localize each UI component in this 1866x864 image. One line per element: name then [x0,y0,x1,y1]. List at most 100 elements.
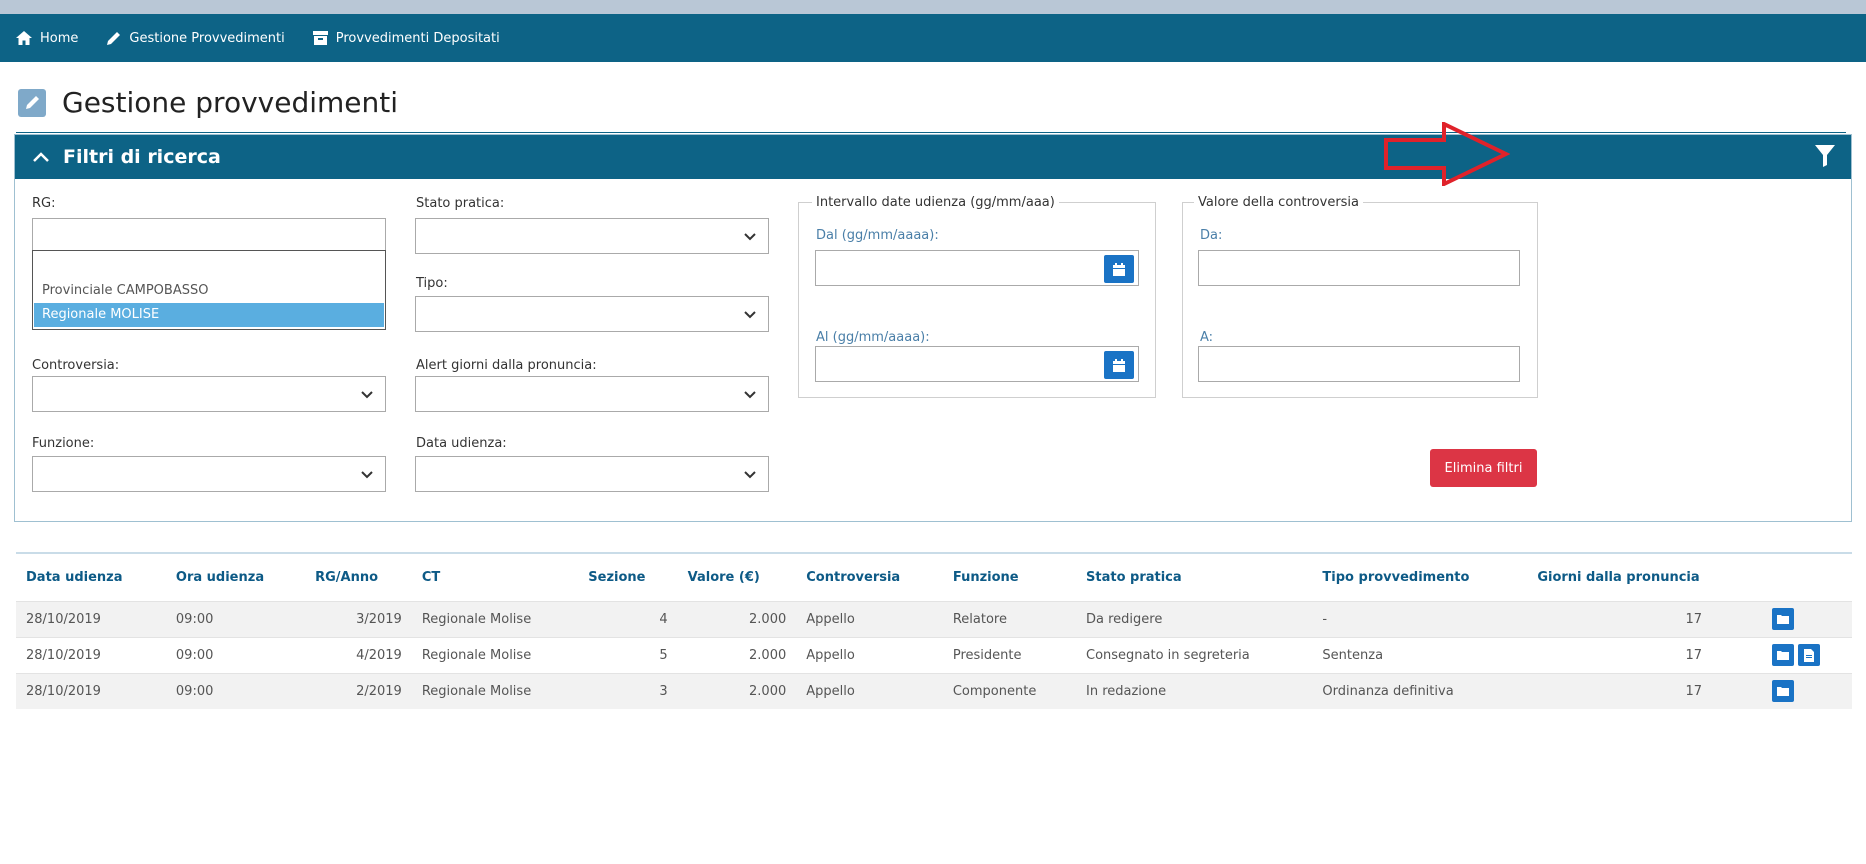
tipo-label: Tipo: [416,276,448,291]
elimina-filtri-button[interactable]: Elimina filtri [1430,449,1537,487]
data-udienza-select[interactable] [415,456,769,492]
cell-ora: 09:00 [175,647,214,663]
cell-actions [1762,637,1852,673]
cell-rg: 3/2019 [356,611,402,627]
nav-gestione-label: Gestione Provvedimenti [129,30,285,46]
da-input[interactable] [1198,250,1520,286]
col-header[interactable]: Stato pratica [1076,553,1312,601]
cell-rg: 4/2019 [356,647,402,663]
nav-depositati[interactable]: Provvedimenti Depositati [312,30,500,46]
folder-icon[interactable] [1772,644,1794,666]
chevron-up-icon[interactable] [33,152,49,162]
cell-ora: 09:00 [175,611,214,627]
calendar-icon[interactable] [1104,351,1134,379]
controversia-select[interactable] [32,376,386,412]
table-header-row: Data udienza Ora udienza RG/Anno CT Sezi… [16,553,1852,601]
cell-rg: 2/2019 [356,683,402,699]
calendar-icon[interactable] [1104,255,1134,283]
cell-tipo: Sentenza [1322,647,1384,663]
col-header[interactable]: Controversia [796,553,943,601]
cell-giorni: 17 [1685,683,1702,699]
document-icon[interactable] [1798,644,1820,666]
table-row[interactable]: 28/10/2019 09:00 4/2019 Regionale Molise… [16,637,1852,673]
col-header-actions [1762,553,1852,601]
date-range-legend: Intervallo date udienza (gg/mm/aaa) [812,195,1059,210]
da-label: Da: [1200,228,1223,243]
col-header[interactable]: CT [412,553,578,601]
cell-ct: Regionale Molise [421,611,532,627]
folder-icon[interactable] [1772,680,1794,703]
al-input[interactable] [815,346,1139,382]
cell-giorni: 17 [1685,647,1702,663]
cell-ct: Regionale Molise [421,647,532,663]
table-row[interactable]: 28/10/2019 09:00 2/2019 Regionale Molise… [16,673,1852,709]
cell-funzione: Relatore [952,611,1007,627]
cell-tipo: Ordinanza definitiva [1322,683,1454,699]
cell-sezione: 3 [659,683,668,699]
cell-data: 28/10/2019 [26,683,101,699]
page-header: Gestione provvedimenti [18,86,398,119]
cell-sezione: 5 [659,647,668,663]
cell-controversia: Appello [806,647,855,663]
edit-icon [18,88,46,117]
tipo-select[interactable] [415,296,769,332]
chevron-down-icon [744,471,756,479]
rg-label: RG: [32,196,56,211]
col-header[interactable]: Tipo provvedimento [1312,553,1527,601]
cell-stato: Consegnato in segreteria [1086,647,1250,663]
col-header[interactable]: Ora udienza [166,553,305,601]
results-table: Data udienza Ora udienza RG/Anno CT Sezi… [16,552,1852,709]
a-input[interactable] [1198,346,1520,382]
top-strip [0,0,1866,14]
dal-label: Dal (gg/mm/aaaa): [816,228,939,243]
filter-icon[interactable] [1815,145,1835,167]
funzione-select[interactable] [32,456,386,492]
filters-panel-header[interactable]: Filtri di ricerca [15,135,1851,179]
cell-stato: In redazione [1086,683,1167,699]
chevron-down-icon [361,471,373,479]
col-header[interactable]: Data udienza [16,553,166,601]
col-header[interactable]: Valore (€) [678,553,797,601]
dal-input[interactable] [815,250,1139,286]
box-icon [312,31,328,45]
filters-title: Filtri di ricerca [63,146,221,168]
col-header[interactable]: Funzione [943,553,1076,601]
folder-icon[interactable] [1772,608,1794,630]
rg-option[interactable]: Provinciale CAMPOBASSO [34,279,384,303]
cell-ct: Regionale Molise [421,683,532,699]
pencil-icon [107,31,121,45]
cell-data: 28/10/2019 [26,611,101,627]
alert-select[interactable] [415,376,769,412]
cell-controversia: Appello [806,611,855,627]
cell-sezione: 4 [659,611,668,627]
cell-funzione: Componente [952,683,1037,699]
col-header[interactable]: Giorni dalla pronuncia [1527,553,1762,601]
nav-home[interactable]: Home [16,31,78,46]
nav-gestione[interactable]: Gestione Provvedimenti [106,30,285,46]
col-header[interactable]: RG/Anno [305,553,412,601]
nav-home-label: Home [40,30,79,46]
table-row[interactable]: 28/10/2019 09:00 3/2019 Regionale Molise… [16,601,1852,637]
cell-funzione: Presidente [952,647,1022,663]
col-header[interactable]: Sezione [578,553,677,601]
rg-option-selected[interactable]: Regionale MOLISE [34,303,384,327]
cell-giorni: 17 [1685,611,1702,627]
controversia-label: Controversia: [32,358,120,373]
chevron-down-icon [744,233,756,241]
stato-label: Stato pratica: [416,196,505,211]
stato-select[interactable] [415,218,769,254]
cell-ora: 09:00 [175,683,214,699]
a-label: A: [1200,330,1214,345]
chevron-down-icon [744,391,756,399]
rg-input[interactable] [32,218,386,254]
data-udienza-label: Data udienza: [416,436,507,451]
value-range-legend: Valore della controversia [1194,195,1364,210]
chevron-down-icon [744,311,756,319]
navbar: Home Gestione Provvedimenti Provvediment… [0,14,1866,62]
cell-actions [1762,601,1852,637]
cell-actions [1762,673,1852,709]
nav-depositati-label: Provvedimenti Depositati [335,30,500,46]
home-icon [16,31,32,45]
annotation-arrow-icon [1384,122,1510,186]
rg-dropdown[interactable]: Provinciale CAMPOBASSO Regionale MOLISE [32,250,386,330]
